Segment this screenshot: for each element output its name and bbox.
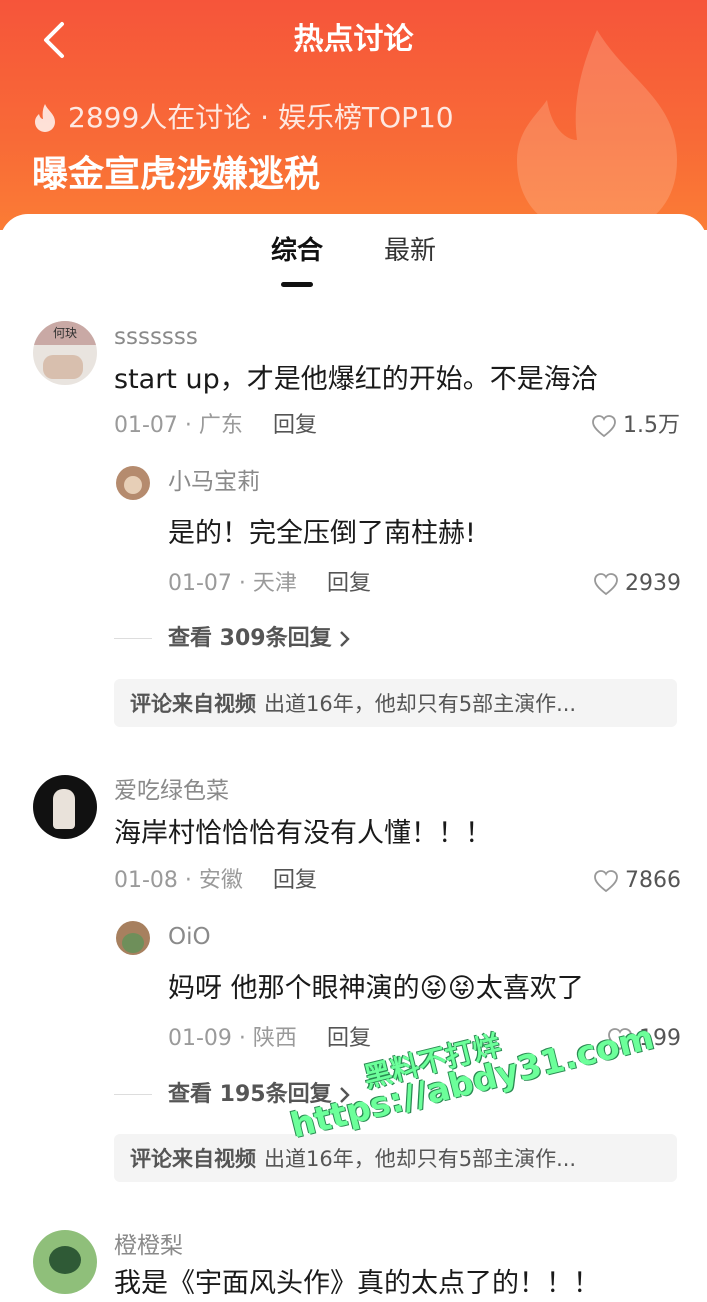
comment-username[interactable]: sssssss <box>114 322 198 352</box>
view-more-label: 查看 309条回复 <box>168 626 332 651</box>
comment-username[interactable]: 爱吃绿色菜 <box>114 776 229 806</box>
source-label: 评论来自视频 <box>130 1147 256 1171</box>
comment-username[interactable]: 橙橙梨 <box>114 1231 183 1261</box>
like-button[interactable]: 1.5万 <box>591 411 680 441</box>
avatar[interactable] <box>116 466 150 500</box>
comment-text: 海岸村恰恰恰有没有人懂！！！ <box>114 818 492 849</box>
avatar[interactable]: 何玦 <box>33 321 97 385</box>
reply-date-location: 01-07 · 天津 <box>168 571 297 596</box>
like-count: 1.5万 <box>623 413 680 438</box>
page-title: 热点讨论 <box>293 22 414 57</box>
comment-date-location: 01-08 · 安徽 <box>114 868 243 893</box>
flame-icon <box>35 104 55 132</box>
video-source-link[interactable]: 评论来自视频 出道16年，他却只有5部主演作... <box>114 679 677 727</box>
reply-button[interactable]: 回复 <box>327 1024 371 1054</box>
source-text: 出道16年，他却只有5部主演作... <box>264 692 577 716</box>
avatar[interactable] <box>116 921 150 955</box>
tab-latest[interactable]: 最新 <box>384 232 436 270</box>
like-button[interactable]: 7866 <box>593 866 681 896</box>
heart-icon <box>592 415 616 438</box>
discussion-meta: 2899人在讨论 · 娱乐榜TOP10 <box>32 100 454 136</box>
comment-text: start up，才是他爆红的开始。不是海洽 <box>114 364 598 395</box>
like-button[interactable]: 2939 <box>593 569 681 599</box>
topic-header: 热点讨论 2899人在讨论 · 娱乐榜TOP10 曝金宣虎涉嫌逃税 <box>0 0 707 230</box>
divider <box>114 638 152 639</box>
comment-date-location: 01-07 · 广东 <box>114 413 243 438</box>
reply-text: 妈呀 他那个眼神演的😝😝太喜欢了 <box>168 973 584 1004</box>
reply-button[interactable]: 回复 <box>273 411 317 441</box>
tab-comprehensive[interactable]: 综合 <box>271 232 323 270</box>
source-text: 出道16年，他却只有5部主演作... <box>264 1147 577 1171</box>
chevron-right-icon <box>339 631 350 647</box>
avatar-caption: 何玦 <box>33 321 97 345</box>
heart-icon <box>594 573 618 596</box>
reply-text: 是的！完全压倒了南柱赫! <box>168 518 476 549</box>
view-more-replies[interactable]: 查看 309条回复 <box>168 624 354 654</box>
avatar[interactable] <box>33 1230 97 1294</box>
tab-active-indicator <box>281 282 313 287</box>
heart-icon <box>594 870 618 893</box>
discussion-meta-text: 2899人在讨论 · 娱乐榜TOP10 <box>68 101 454 134</box>
source-label: 评论来自视频 <box>130 692 256 716</box>
divider <box>114 1094 152 1095</box>
reply-button[interactable]: 回复 <box>273 866 317 896</box>
avatar[interactable] <box>33 775 97 839</box>
topic-headline: 曝金宣虎涉嫌逃税 <box>32 154 321 195</box>
reply-username[interactable]: OiO <box>168 922 211 952</box>
like-count: 7866 <box>625 868 681 893</box>
like-count: 2939 <box>625 571 681 596</box>
reply-button[interactable]: 回复 <box>327 569 371 599</box>
video-source-link[interactable]: 评论来自视频 出道16年，他却只有5部主演作... <box>114 1134 677 1182</box>
sort-tabs: 综合 最新 <box>0 232 707 292</box>
comment-text: 我是《宇面风头作》真的太点了的！！！ <box>114 1268 600 1299</box>
reply-username[interactable]: 小马宝莉 <box>168 467 260 497</box>
reply-date-location: 01-09 · 陕西 <box>168 1026 297 1051</box>
